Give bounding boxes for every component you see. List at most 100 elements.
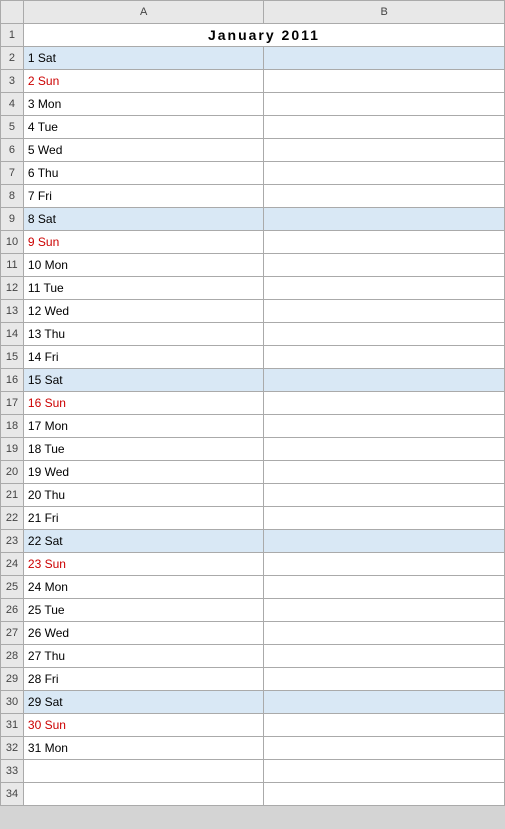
table-row[interactable]: 2221 Fri [1, 507, 505, 530]
cell-b[interactable] [264, 254, 505, 277]
cell-b[interactable] [264, 323, 505, 346]
table-row[interactable]: 1615 Sat [1, 369, 505, 392]
cell-a[interactable]: 7 Fri [23, 185, 264, 208]
cell-a[interactable]: 10 Mon [23, 254, 264, 277]
cell-b[interactable] [264, 369, 505, 392]
table-row[interactable]: 2625 Tue [1, 599, 505, 622]
cell-a[interactable]: 1 Sat [23, 47, 264, 70]
cell-b[interactable] [264, 599, 505, 622]
table-row[interactable]: 1211 Tue [1, 277, 505, 300]
cell-a[interactable]: 3 Mon [23, 93, 264, 116]
cell-b[interactable] [264, 300, 505, 323]
table-row[interactable]: 33 [1, 760, 505, 783]
cell-b[interactable] [264, 116, 505, 139]
cell-b[interactable] [264, 714, 505, 737]
table-row[interactable]: 2322 Sat [1, 530, 505, 553]
cell-a[interactable]: 6 Thu [23, 162, 264, 185]
cell-b[interactable] [264, 346, 505, 369]
cell-b[interactable] [264, 553, 505, 576]
cell-b[interactable] [264, 208, 505, 231]
cell-b[interactable] [264, 530, 505, 553]
cell-a[interactable]: 12 Wed [23, 300, 264, 323]
cell-a[interactable]: 2 Sun [23, 70, 264, 93]
table-row[interactable]: 1312 Wed [1, 300, 505, 323]
cell-a[interactable]: 30 Sun [23, 714, 264, 737]
cell-b[interactable] [264, 576, 505, 599]
table-row[interactable]: 1918 Tue [1, 438, 505, 461]
cell-b[interactable] [264, 139, 505, 162]
cell-a[interactable] [23, 760, 264, 783]
cell-a[interactable]: 23 Sun [23, 553, 264, 576]
cell-a[interactable] [23, 783, 264, 806]
table-row[interactable]: 3130 Sun [1, 714, 505, 737]
table-row[interactable]: 87 Fri [1, 185, 505, 208]
cell-a[interactable]: 21 Fri [23, 507, 264, 530]
cell-a[interactable]: 15 Sat [23, 369, 264, 392]
cell-b[interactable] [264, 47, 505, 70]
cell-a[interactable]: 29 Sat [23, 691, 264, 714]
table-row[interactable]: 1514 Fri [1, 346, 505, 369]
cell-a[interactable]: 8 Sat [23, 208, 264, 231]
cell-a[interactable]: 31 Mon [23, 737, 264, 760]
cell-a[interactable]: 5 Wed [23, 139, 264, 162]
cell-a[interactable]: 25 Tue [23, 599, 264, 622]
cell-b[interactable] [264, 93, 505, 116]
cell-b[interactable] [264, 231, 505, 254]
table-row[interactable]: 43 Mon [1, 93, 505, 116]
cell-b[interactable] [264, 162, 505, 185]
cell-a[interactable]: 18 Tue [23, 438, 264, 461]
cell-a[interactable]: 26 Wed [23, 622, 264, 645]
cell-b[interactable] [264, 392, 505, 415]
table-row[interactable]: 54 Tue [1, 116, 505, 139]
table-row[interactable]: 76 Thu [1, 162, 505, 185]
table-row[interactable]: 2726 Wed [1, 622, 505, 645]
table-row[interactable]: 21 Sat [1, 47, 505, 70]
cell-b[interactable] [264, 277, 505, 300]
table-row[interactable]: 32 Sun [1, 70, 505, 93]
cell-a[interactable]: 19 Wed [23, 461, 264, 484]
cell-a[interactable]: 24 Mon [23, 576, 264, 599]
table-row[interactable]: 1817 Mon [1, 415, 505, 438]
cell-b[interactable] [264, 622, 505, 645]
cell-b[interactable] [264, 783, 505, 806]
cell-b[interactable] [264, 737, 505, 760]
table-row[interactable]: 98 Sat [1, 208, 505, 231]
table-row[interactable]: 2928 Fri [1, 668, 505, 691]
col-b-header[interactable]: B [264, 1, 505, 24]
cell-a[interactable]: 14 Fri [23, 346, 264, 369]
cell-b[interactable] [264, 645, 505, 668]
cell-a[interactable]: 27 Thu [23, 645, 264, 668]
table-row[interactable]: 34 [1, 783, 505, 806]
cell-a[interactable]: 20 Thu [23, 484, 264, 507]
table-row[interactable]: 2019 Wed [1, 461, 505, 484]
table-row[interactable]: 1110 Mon [1, 254, 505, 277]
col-a-header[interactable]: A [23, 1, 264, 24]
cell-b[interactable] [264, 691, 505, 714]
table-row[interactable]: 1716 Sun [1, 392, 505, 415]
table-row[interactable]: 1413 Thu [1, 323, 505, 346]
cell-b[interactable] [264, 461, 505, 484]
cell-a[interactable]: 17 Mon [23, 415, 264, 438]
cell-a[interactable]: 4 Tue [23, 116, 264, 139]
table-row[interactable]: 2423 Sun [1, 553, 505, 576]
cell-b[interactable] [264, 484, 505, 507]
cell-a[interactable]: January 2011 [23, 24, 504, 47]
cell-b[interactable] [264, 668, 505, 691]
table-row[interactable]: 1January 2011 [1, 24, 505, 47]
cell-a[interactable]: 9 Sun [23, 231, 264, 254]
cell-b[interactable] [264, 438, 505, 461]
cell-b[interactable] [264, 185, 505, 208]
cell-a[interactable]: 22 Sat [23, 530, 264, 553]
table-row[interactable]: 2827 Thu [1, 645, 505, 668]
table-row[interactable]: 3029 Sat [1, 691, 505, 714]
table-row[interactable]: 109 Sun [1, 231, 505, 254]
cell-a[interactable]: 11 Tue [23, 277, 264, 300]
table-row[interactable]: 65 Wed [1, 139, 505, 162]
cell-a[interactable]: 13 Thu [23, 323, 264, 346]
cell-b[interactable] [264, 760, 505, 783]
cell-b[interactable] [264, 507, 505, 530]
cell-b[interactable] [264, 70, 505, 93]
table-row[interactable]: 2120 Thu [1, 484, 505, 507]
table-row[interactable]: 2524 Mon [1, 576, 505, 599]
table-row[interactable]: 3231 Mon [1, 737, 505, 760]
